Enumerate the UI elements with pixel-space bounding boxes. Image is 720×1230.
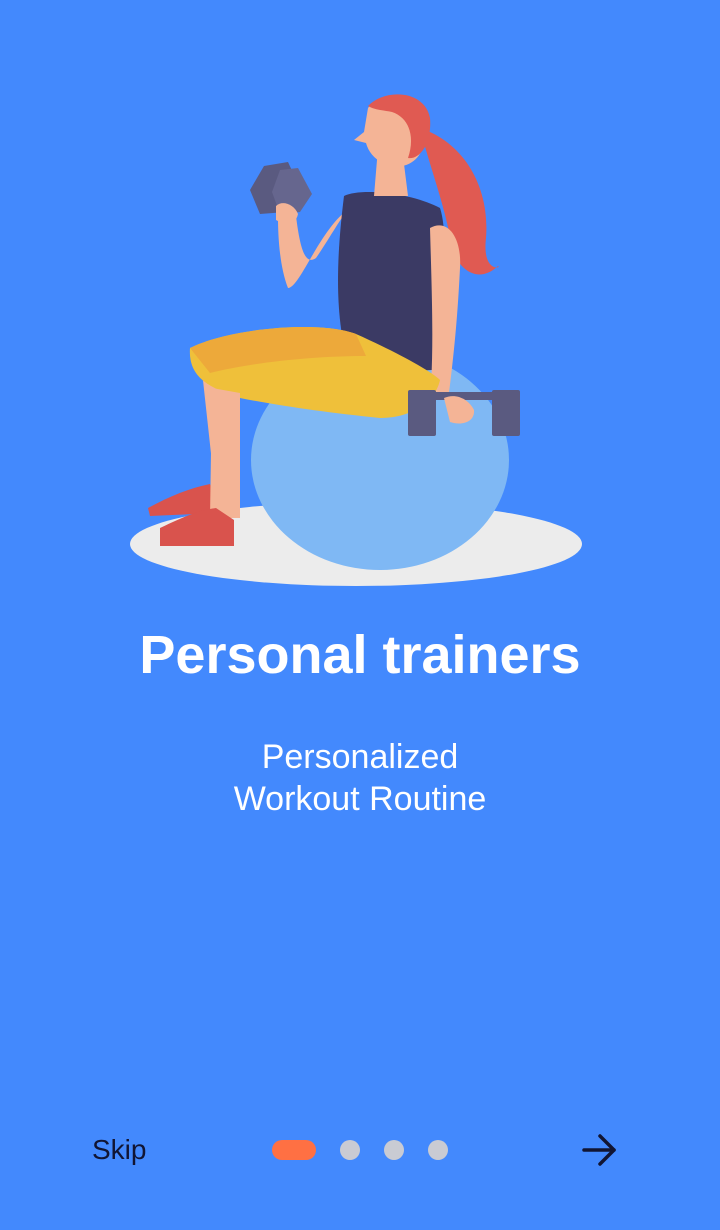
onboarding-screen: Personal trainers Personalized Workout R… [0, 0, 720, 1230]
page-dot-1-active [272, 1140, 316, 1160]
next-button[interactable] [578, 1130, 622, 1170]
skip-button[interactable]: Skip [92, 1134, 146, 1166]
subtitle-line-1: Personalized [261, 738, 459, 776]
page-dot-4 [428, 1140, 448, 1160]
arrow-right-icon [582, 1134, 616, 1166]
onboarding-footer: Skip [0, 1120, 720, 1180]
subtitle-line-2: Workout Routine [233, 780, 487, 818]
onboarding-subtitle: Personalized Workout Routine [0, 736, 720, 820]
page-dot-3 [384, 1140, 404, 1160]
trainer-illustration [130, 94, 582, 586]
onboarding-title: Personal trainers [139, 625, 581, 685]
page-dot-2 [340, 1140, 360, 1160]
